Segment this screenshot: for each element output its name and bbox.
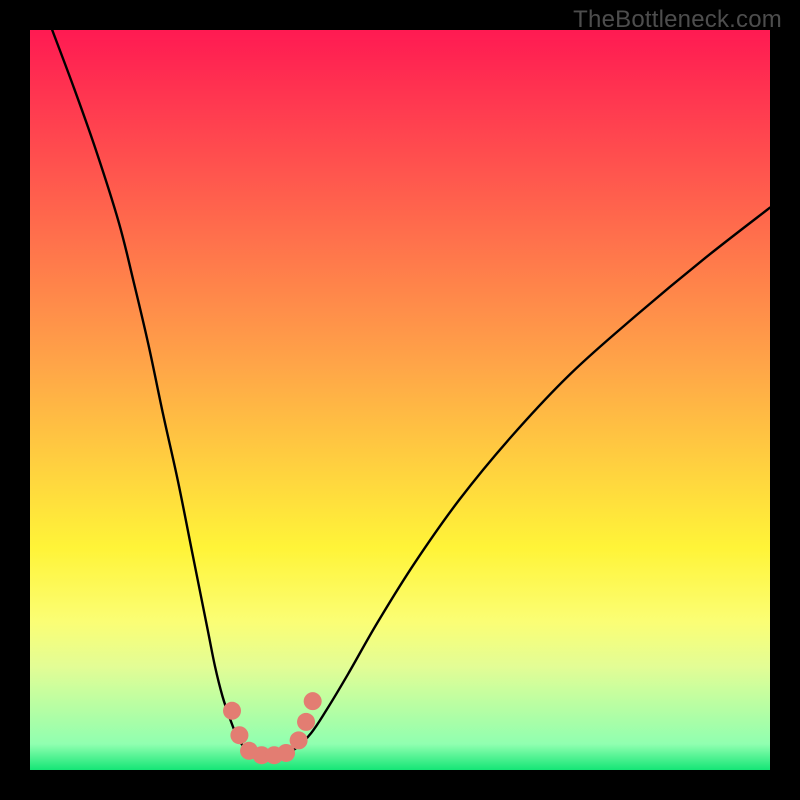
marker-dot: [304, 692, 322, 710]
marker-dot: [230, 726, 248, 744]
gradient-background: [30, 30, 770, 770]
plot-area: [30, 30, 770, 770]
chart-frame: TheBottleneck.com: [0, 0, 800, 800]
marker-dot: [297, 713, 315, 731]
marker-dot: [223, 702, 241, 720]
marker-dot: [290, 731, 308, 749]
chart-svg: [30, 30, 770, 770]
